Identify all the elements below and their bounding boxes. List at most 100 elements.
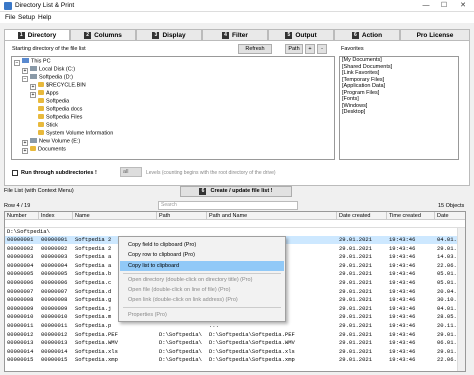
folder-icon	[38, 106, 44, 111]
table-cell-date: 29.01.2021	[339, 253, 373, 261]
tree-item[interactable]: + Documents	[22, 146, 66, 154]
column-header[interactable]: Path and Name	[207, 212, 337, 220]
table-cell-index: 00000006	[41, 279, 68, 286]
tree-item[interactable]: Softpedia	[38, 98, 69, 105]
folder-icon	[38, 122, 44, 127]
folder-icon	[38, 82, 44, 87]
tree-item[interactable]: + $RECYCLE.BIN	[30, 82, 86, 90]
expand-icon[interactable]: +	[22, 67, 28, 74]
table-cell-time: 19:43:46	[389, 270, 416, 278]
tab-number: 1	[17, 32, 25, 39]
table-cell-date: 29.01.2021	[339, 356, 373, 364]
table-cell-number: 00000014	[7, 347, 34, 355]
menu-file[interactable]: File	[5, 14, 15, 21]
refresh-button[interactable]: Refresh	[238, 44, 272, 54]
table-cell-index: 00000013	[41, 339, 68, 347]
tree-item[interactable]: System Volume Information	[38, 130, 113, 137]
menu-setup[interactable]: Setup	[18, 14, 35, 21]
menu-open-directory[interactable]: Open directory (double-click on director…	[120, 275, 284, 285]
maximize-button[interactable]: ☐	[438, 1, 450, 11]
table-row[interactable]: 00000015 00000015 Softpedia.xmp D:\Softpedi…	[5, 356, 465, 364]
vertical-scrollbar[interactable]	[457, 228, 465, 371]
tree-item[interactable]: Stick	[38, 122, 58, 129]
levels-hint: Levels (counting begins with the root di…	[146, 170, 276, 176]
row-info: Row 4 / 19	[4, 203, 31, 209]
tab-label: Action	[361, 32, 383, 39]
table-cell-time: 19:43:46	[389, 253, 416, 261]
table-row[interactable]: 00000014 00000014 Softpedia.xls D:\Softpedi…	[5, 347, 465, 356]
menu-help[interactable]: Help	[38, 14, 51, 21]
menu-copy-row[interactable]: Copy row to clipboard (Pro)	[120, 250, 284, 260]
menu-copy-field[interactable]: Copy field to clipboard (Pro)	[120, 240, 284, 250]
table-cell-time: 19:43:46	[389, 244, 416, 252]
tab-number: 4	[222, 32, 230, 39]
table-cell-time: 19:43:46	[389, 304, 416, 312]
minimize-button[interactable]: —	[420, 1, 432, 11]
column-header[interactable]: Path	[157, 212, 207, 220]
table-cell-name: Softpedia.p	[75, 322, 112, 329]
table-cell-name: Softpedia.xmp	[75, 356, 118, 364]
table-row[interactable]: 00000013 00000013 Softpedia.WMV D:\Softpedi…	[5, 339, 465, 347]
tree-item[interactable]: Softpedia docs	[38, 106, 82, 113]
menu-open-link[interactable]: Open link (double-click on link address)…	[120, 295, 284, 305]
menu-properties[interactable]: Properties (Pro)	[120, 310, 284, 320]
table-cell-number: 00000011	[7, 322, 34, 329]
subdirectories-checkbox[interactable]	[12, 170, 18, 178]
add-favorite-button[interactable]: +	[305, 44, 315, 54]
tree-item[interactable]: + New Volume (E:)	[22, 138, 80, 146]
expand-icon[interactable]: +	[22, 139, 28, 146]
column-header[interactable]: Date	[435, 212, 465, 220]
tree-item[interactable]: − This PC	[14, 58, 51, 66]
table-cell-date: 29.01.2021	[339, 270, 373, 278]
folder-icon	[38, 90, 44, 95]
column-header[interactable]: Time created	[387, 212, 435, 220]
table-cell-path: D:\Softpedia\	[159, 339, 202, 347]
objects-count: 15 Objects	[438, 203, 465, 209]
menu-separator	[123, 273, 281, 274]
table-row[interactable]: 00000011 00000011 Softpedia.p... 29.01.2021…	[5, 322, 465, 330]
table-cell-number: 00000004	[7, 261, 34, 269]
search-input[interactable]: Search	[158, 201, 298, 210]
table-cell-date: 29.01.2021	[339, 322, 373, 329]
table-cell-date: 29.01.2021	[339, 296, 373, 304]
file-list-label: File List (with Context Menu)	[4, 188, 74, 194]
expand-icon[interactable]: +	[22, 147, 28, 154]
menu-copy-list[interactable]: Copy list to clipboard	[120, 261, 284, 271]
favorite-item[interactable]: [Desktop]	[340, 109, 458, 116]
table-cell-name: Softpedia.xls	[75, 347, 118, 355]
table-cell-number: 00000002	[7, 244, 34, 252]
table-cell-pn: D:\Softpedia\Softpedia.xmp	[209, 356, 295, 364]
expand-icon[interactable]: +	[30, 83, 36, 90]
path-row[interactable]: D:\Softpedia\	[5, 228, 465, 236]
tree-item[interactable]: − Softpedia (D:)	[22, 74, 73, 82]
collapse-icon[interactable]: −	[22, 75, 28, 82]
table-cell-time: 19:43:46	[389, 347, 416, 355]
create-file-list-button[interactable]: 6 Create / update file list !	[180, 186, 292, 197]
tree-item[interactable]: Softpedia Files	[38, 114, 82, 121]
table-row[interactable]: 00000012 00000012 Softpedia.PEF D:\Softpedi…	[5, 331, 465, 339]
menu-open-file[interactable]: Open file (double-click on line of file)…	[120, 285, 284, 295]
favorites-list[interactable]: [My Documents] [Shared Documents] [Link …	[339, 56, 459, 160]
table-cell-index: 00000005	[41, 270, 68, 278]
column-header[interactable]: Date created	[337, 212, 387, 220]
column-header[interactable]: Number	[5, 212, 39, 220]
filter-row[interactable]	[5, 220, 465, 228]
tree-item[interactable]: + Apps	[30, 90, 59, 98]
tree-item[interactable]: + Local Disk (C:)	[22, 66, 75, 74]
levels-input[interactable]: all	[120, 167, 142, 177]
starting-directory-label: Starting directory of the file list	[12, 46, 86, 52]
remove-favorite-button[interactable]: -	[317, 44, 327, 54]
expand-icon[interactable]: +	[30, 91, 36, 98]
directory-tree[interactable]: − This PC + Local Disk (C:) − Softpedia (D:…	[11, 56, 335, 160]
column-header[interactable]: Index	[39, 212, 73, 220]
table-cell-time: 19:43:46	[389, 287, 416, 295]
close-button[interactable]: ✕	[457, 1, 469, 11]
table-cell-date: 29.01.2021	[339, 244, 373, 252]
table-cell-name: Softpedia.WMV	[75, 339, 118, 347]
drive-icon	[30, 66, 37, 71]
menu-separator	[123, 307, 281, 308]
table-cell-index: 00000004	[41, 261, 68, 269]
collapse-icon[interactable]: −	[14, 59, 20, 66]
path-button[interactable]: Path	[285, 44, 303, 54]
column-header[interactable]: Name	[73, 212, 157, 220]
